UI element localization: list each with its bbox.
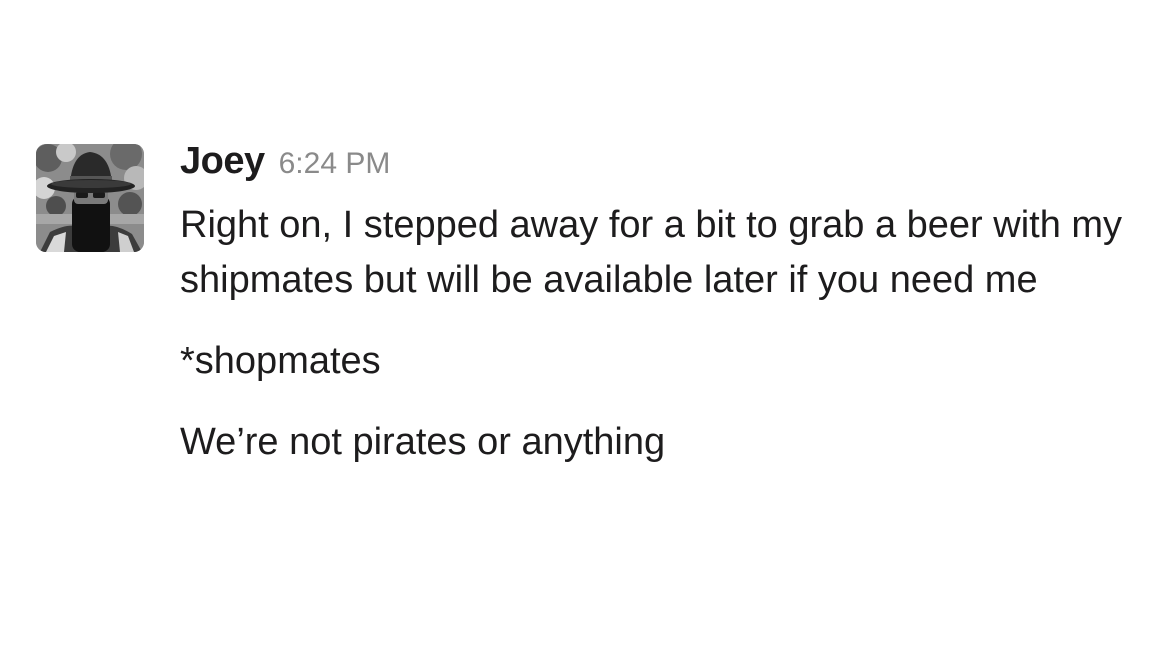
avatar-image [36,144,144,252]
message-timestamp[interactable]: 6:24 PM [279,147,391,181]
message: Joey 6:24 PM Right on, I stepped away fo… [36,140,1146,470]
message-text: We’re not pirates or anything [180,421,666,463]
message-text: Right on, I stepped away for a bit to gr… [180,204,1123,301]
message-header: Joey 6:24 PM [180,140,1146,196]
message-content: Joey 6:24 PM Right on, I stepped away fo… [180,140,1146,470]
user-avatar-icon[interactable] [36,144,144,252]
message-text: *shopmates [180,340,381,382]
sender-name[interactable]: Joey [180,140,265,183]
